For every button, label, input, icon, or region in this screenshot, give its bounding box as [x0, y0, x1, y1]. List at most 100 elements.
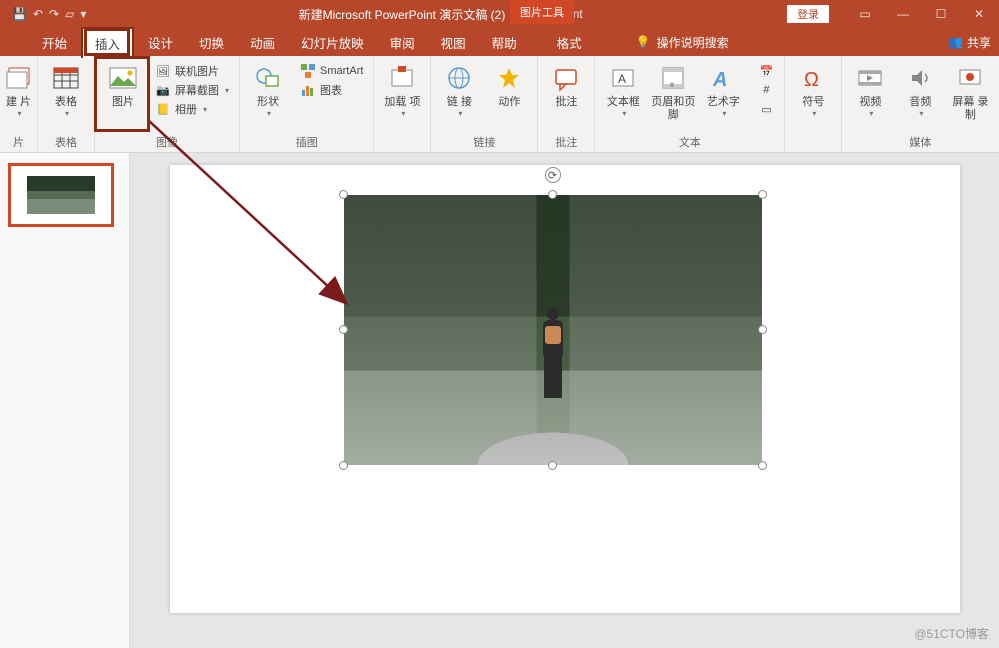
- addins-button[interactable]: 加载 项: [378, 60, 426, 120]
- workspace: [0, 153, 999, 648]
- svg-text:A: A: [618, 72, 626, 86]
- tab-start[interactable]: 开始: [30, 28, 79, 57]
- group-media: 视频 音频 屏幕 录制 媒体: [842, 56, 998, 152]
- close-icon[interactable]: ✕: [963, 7, 995, 21]
- share-icon: 👥: [948, 35, 963, 49]
- tell-me-search[interactable]: 💡 操作说明搜索: [636, 34, 729, 51]
- audio-icon: [904, 62, 936, 94]
- picture-button[interactable]: 图片: [99, 60, 147, 111]
- svg-text:#: #: [670, 82, 674, 89]
- tab-animation[interactable]: 动画: [238, 28, 287, 57]
- group-illustrations: 形状 SmartArt 图表 插图: [240, 56, 374, 152]
- screen-recording-button[interactable]: 屏幕 录制: [946, 60, 994, 123]
- new-slide-button[interactable]: 建 片: [0, 60, 43, 120]
- smartart-icon: [300, 63, 316, 79]
- comment-button[interactable]: 批注: [542, 60, 590, 111]
- tab-review[interactable]: 审阅: [378, 28, 427, 57]
- login-button[interactable]: 登录: [787, 5, 829, 23]
- thumbnail-preview: [27, 176, 95, 214]
- resize-handle-bl[interactable]: [339, 461, 348, 470]
- screenshot-button[interactable]: 📷屏幕截图: [149, 81, 235, 99]
- new-slide-icon: [3, 62, 35, 94]
- header-footer-icon: #: [657, 62, 689, 94]
- watermark: @51CTO博客: [914, 625, 989, 642]
- group-label: 图像: [156, 132, 178, 150]
- resize-handle-r[interactable]: [758, 325, 767, 334]
- link-icon: [443, 62, 475, 94]
- comment-icon: [550, 62, 582, 94]
- chart-button[interactable]: 图表: [294, 81, 369, 99]
- resize-handle-tl[interactable]: [339, 190, 348, 199]
- textbox-icon: A: [607, 62, 639, 94]
- qat-dropdown-icon[interactable]: ▾: [80, 7, 86, 21]
- group-addins: 加载 项: [374, 56, 431, 152]
- textbox-button[interactable]: A文本框: [599, 60, 647, 120]
- resize-handle-br[interactable]: [758, 461, 767, 470]
- group-label: 片: [13, 132, 24, 150]
- undo-icon[interactable]: ↶: [33, 7, 43, 21]
- group-images: 图片 🖼联机图片 📷屏幕截图 📒相册 图像: [95, 56, 240, 152]
- smartart-button[interactable]: SmartArt: [294, 62, 369, 80]
- tab-transition[interactable]: 切换: [187, 28, 236, 57]
- ribbon-display-icon[interactable]: ▭: [849, 7, 881, 21]
- date-time-button[interactable]: 📅: [752, 62, 780, 80]
- wordart-button[interactable]: A艺术字: [699, 60, 747, 120]
- chart-icon: [300, 82, 316, 98]
- rotate-handle[interactable]: [545, 167, 561, 183]
- symbol-icon: Ω: [797, 62, 829, 94]
- object-icon: ▭: [758, 101, 774, 117]
- header-footer-button[interactable]: #页眉和页脚: [649, 60, 697, 123]
- audio-button[interactable]: 音频: [896, 60, 944, 120]
- tab-format[interactable]: 格式: [545, 28, 594, 57]
- group-label: 文本: [679, 132, 701, 150]
- slide-canvas[interactable]: [170, 165, 960, 613]
- share-label: 共享: [967, 34, 991, 51]
- title-bar: 💾 ↶ ↷ ▱ ▾ 新建Microsoft PowerPoint 演示文稿 (2…: [0, 0, 999, 28]
- ribbon: 建 片 片 表格 表格 图片 🖼联机图片 📷屏幕截图 📒相册 图像 形状 Sma…: [0, 56, 999, 153]
- image-subject: [537, 308, 569, 398]
- video-icon: [854, 62, 886, 94]
- minimize-icon[interactable]: —: [887, 7, 919, 21]
- group-comments: 批注 批注: [538, 56, 595, 152]
- link-button[interactable]: 链 接: [435, 60, 483, 120]
- online-pictures-button[interactable]: 🖼联机图片: [149, 62, 235, 80]
- svg-text:Ω: Ω: [804, 69, 819, 91]
- tab-design[interactable]: 设计: [136, 28, 185, 57]
- table-button[interactable]: 表格: [42, 60, 90, 120]
- group-label: 批注: [555, 132, 577, 150]
- video-button[interactable]: 视频: [846, 60, 894, 120]
- save-icon[interactable]: 💾: [12, 7, 27, 21]
- group-label: 链接: [473, 132, 495, 150]
- resize-handle-l[interactable]: [339, 325, 348, 334]
- tab-insert[interactable]: 插入: [81, 27, 134, 58]
- image-content: [344, 195, 762, 465]
- table-icon: [50, 62, 82, 94]
- action-button[interactable]: 动作: [485, 60, 533, 111]
- group-label: 媒体: [909, 132, 931, 150]
- symbol-button[interactable]: Ω符号: [789, 60, 837, 120]
- photo-album-button[interactable]: 📒相册: [149, 100, 235, 118]
- resize-handle-tr[interactable]: [758, 190, 767, 199]
- resize-handle-t[interactable]: [548, 190, 557, 199]
- slide-number-button[interactable]: #: [752, 81, 780, 99]
- tab-view[interactable]: 视图: [429, 28, 478, 57]
- slide-editor[interactable]: [130, 153, 999, 648]
- action-icon: [493, 62, 525, 94]
- tab-help[interactable]: 帮助: [480, 28, 529, 57]
- group-slides: 建 片 片: [0, 56, 38, 152]
- group-label: 表格: [55, 132, 77, 150]
- redo-icon[interactable]: ↷: [49, 7, 59, 21]
- slide-thumbnail-1[interactable]: [8, 163, 114, 227]
- window-controls: 登录 ▭ — ☐ ✕: [787, 5, 995, 23]
- date-icon: 📅: [758, 63, 774, 79]
- group-text: A文本框 #页眉和页脚 A艺术字 📅 # ▭ 文本: [595, 56, 785, 152]
- shapes-button[interactable]: 形状: [244, 60, 292, 120]
- maximize-icon[interactable]: ☐: [925, 7, 957, 21]
- resize-handle-b[interactable]: [548, 461, 557, 470]
- selected-image[interactable]: [344, 195, 762, 465]
- object-button[interactable]: ▭: [752, 100, 780, 118]
- tab-slideshow[interactable]: 幻灯片放映: [289, 28, 376, 57]
- start-from-beginning-icon[interactable]: ▱: [65, 7, 74, 21]
- share-button[interactable]: 👥 共享: [948, 34, 999, 51]
- svg-text:A: A: [712, 69, 727, 91]
